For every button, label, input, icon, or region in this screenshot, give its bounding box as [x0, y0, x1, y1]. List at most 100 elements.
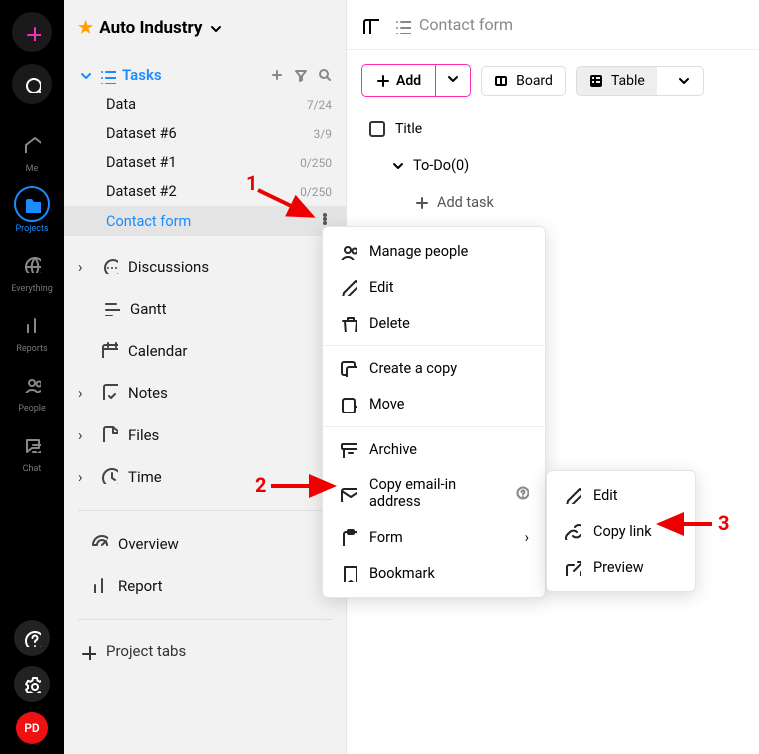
bar-chart-icon: [90, 575, 108, 593]
title-column-label: Title: [395, 121, 422, 137]
move-icon: [339, 395, 357, 413]
dataset-row-selected[interactable]: Contact form: [64, 206, 346, 236]
table-view-group: Table: [576, 66, 704, 96]
gear-icon: [23, 675, 41, 693]
menu-delete[interactable]: Delete: [323, 305, 545, 341]
external-link-icon: [563, 558, 581, 576]
submenu-copy-link[interactable]: Copy link: [547, 513, 695, 549]
settings-button[interactable]: [14, 666, 50, 702]
toolbar: Add Board Table: [347, 50, 759, 111]
add-caret[interactable]: [435, 65, 470, 96]
link-icon: [563, 522, 581, 540]
rail-item-people[interactable]: People: [0, 358, 64, 416]
add-button[interactable]: Add: [362, 65, 435, 96]
dataset-row[interactable]: Dataset #63/9: [64, 119, 346, 148]
menu-edit[interactable]: Edit: [323, 269, 545, 305]
add-task-button[interactable]: Add task: [361, 184, 745, 221]
rail-item-projects[interactable]: Projects: [0, 178, 64, 236]
list-icon: [98, 66, 116, 84]
tasks-header[interactable]: Tasks: [64, 60, 346, 90]
dataset-row[interactable]: Data7/24: [64, 90, 346, 119]
project-sidebar: ★ Auto Industry Tasks Data7/24 Dataset #…: [64, 0, 347, 754]
submenu-edit[interactable]: Edit: [547, 477, 695, 513]
chat-icon: [23, 435, 41, 453]
calendar-icon: [100, 340, 118, 358]
rail-item-chat[interactable]: Chat: [0, 418, 64, 476]
speech-icon: [100, 256, 118, 274]
sidebar-notes[interactable]: ›Notes: [64, 372, 346, 414]
star-icon: ★: [78, 18, 93, 38]
help-button[interactable]: [14, 620, 50, 656]
sidebar-gantt[interactable]: Gantt: [64, 288, 346, 330]
table-caret[interactable]: [665, 68, 703, 94]
gauge-icon: [90, 533, 108, 551]
clock-icon: [100, 466, 118, 484]
people-icon: [339, 242, 357, 260]
user-avatar[interactable]: PD: [16, 712, 48, 744]
search-icon: [23, 75, 41, 93]
global-add-button[interactable]: [12, 12, 52, 52]
sidebar-time[interactable]: ›Time: [64, 456, 346, 498]
sidebar-discussions[interactable]: ›Discussions: [64, 246, 346, 288]
folder-icon: [23, 195, 41, 213]
home-icon: [23, 135, 41, 153]
sidebar-files[interactable]: ›Files: [64, 414, 346, 456]
project-tabs-button[interactable]: Project tabs: [64, 632, 346, 670]
menu-move[interactable]: Move: [323, 386, 545, 422]
more-vertical-icon: [318, 212, 332, 226]
column-header: Title: [361, 111, 745, 147]
plus-icon: [23, 23, 41, 41]
menu-copy-email[interactable]: Copy email-in address: [323, 467, 545, 519]
menu-form[interactable]: Form›: [323, 519, 545, 555]
list-icon: [393, 16, 411, 34]
note-icon: [100, 382, 118, 400]
context-menu: Manage people Edit Delete Create a copy …: [322, 226, 546, 598]
globe-icon: [23, 255, 41, 273]
gantt-icon: [102, 298, 120, 316]
dataset-row[interactable]: Dataset #10/250: [64, 148, 346, 177]
chevron-down-icon: [78, 68, 92, 82]
sidebar-report[interactable]: Report: [64, 565, 346, 607]
plus-icon: [78, 642, 96, 660]
file-icon: [100, 424, 118, 442]
sidebar-overview[interactable]: Overview: [64, 523, 346, 565]
chevron-down-icon: [208, 21, 222, 35]
people-icon: [23, 375, 41, 393]
project-title[interactable]: ★ Auto Industry: [64, 10, 346, 46]
rail-item-everything[interactable]: Everything: [0, 238, 64, 296]
help-circle-icon: [516, 486, 529, 500]
board-view-button[interactable]: Board: [481, 66, 566, 96]
copy-icon: [339, 359, 357, 377]
pencil-icon: [339, 278, 357, 296]
menu-create-copy[interactable]: Create a copy: [323, 350, 545, 386]
bookmark-icon: [339, 564, 357, 582]
sidebar-calendar[interactable]: ›Calendar: [64, 330, 346, 372]
bar-chart-icon: [23, 315, 41, 333]
board-icon: [494, 74, 508, 88]
global-search-button[interactable]: [12, 64, 52, 104]
dataset-row[interactable]: Dataset #20/250: [64, 177, 346, 206]
clipboard-icon: [339, 528, 357, 546]
section-row[interactable]: To-Do(0): [361, 147, 745, 184]
filter-icon[interactable]: [294, 68, 308, 82]
submenu-preview[interactable]: Preview: [547, 549, 695, 585]
plus-icon[interactable]: [270, 68, 284, 82]
add-button-group: Add: [361, 64, 471, 97]
menu-bookmark[interactable]: Bookmark: [323, 555, 545, 591]
select-all-checkbox[interactable]: [369, 121, 385, 137]
chevron-down-icon: [391, 159, 405, 173]
rail-item-reports[interactable]: Reports: [0, 298, 64, 356]
chevron-down-icon: [677, 74, 691, 88]
plus-icon: [415, 196, 429, 210]
table-view-button[interactable]: Table: [577, 67, 657, 95]
topbar: Contact form: [347, 0, 759, 50]
email-icon: [339, 484, 357, 502]
pencil-icon: [563, 486, 581, 504]
menu-archive[interactable]: Archive: [323, 431, 545, 467]
breadcrumb[interactable]: Contact form: [393, 15, 513, 34]
menu-manage-people[interactable]: Manage people: [323, 233, 545, 269]
rail-item-me[interactable]: Me: [0, 118, 64, 176]
search-icon[interactable]: [318, 68, 332, 82]
chevron-down-icon: [446, 72, 460, 86]
panel-icon[interactable]: [361, 16, 379, 34]
